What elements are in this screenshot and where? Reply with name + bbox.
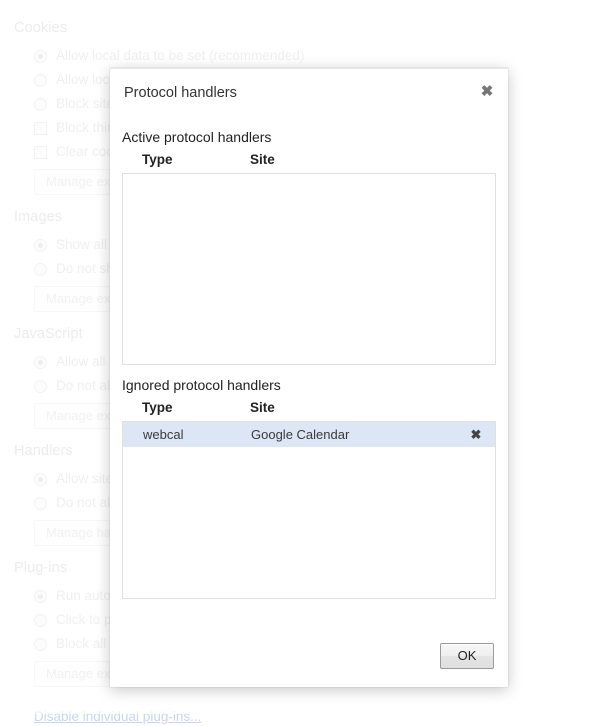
ignored-handlers-label: Ignored protocol handlers [122, 377, 281, 393]
remove-handler-icon[interactable]: ✖ [463, 427, 489, 443]
table-row[interactable]: webcal Google Calendar ✖ [123, 422, 495, 447]
active-column-type: Type [142, 152, 173, 167]
active-handlers-column-headers: Type Site [122, 147, 496, 173]
active-column-site: Site [250, 152, 275, 167]
dialog-title: Protocol handlers [124, 85, 237, 101]
ignored-column-site: Site [250, 400, 275, 415]
active-handlers-list[interactable] [122, 173, 496, 365]
dialog-body: Active protocol handlers Type Site Ignor… [110, 127, 508, 599]
handler-site-cell: Google Calendar [251, 427, 350, 442]
close-icon[interactable]: ✖ [477, 82, 497, 102]
dialog-header: Protocol handlers ✖ [110, 69, 508, 117]
ignored-handlers-column-headers: Type Site [122, 395, 496, 421]
handler-type-cell: webcal [143, 427, 184, 442]
protocol-handlers-dialog: Protocol handlers ✖ Active protocol hand… [110, 68, 508, 687]
ignored-handlers-list[interactable]: webcal Google Calendar ✖ [122, 421, 496, 599]
active-handlers-label: Active protocol handlers [122, 129, 272, 145]
ignored-column-type: Type [142, 400, 173, 415]
dialog-footer: OK [440, 643, 494, 669]
ok-button[interactable]: OK [440, 643, 494, 669]
